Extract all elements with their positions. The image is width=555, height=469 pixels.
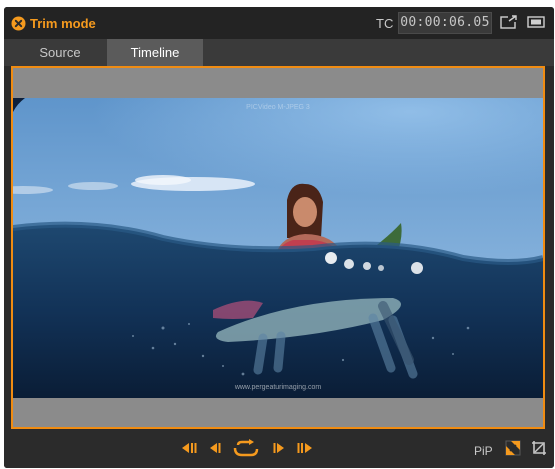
aspect-ratio-button[interactable] [527,15,545,29]
player-panel: Trim mode TC 00:00:06.05 Source Timeline [4,7,554,468]
timecode-display[interactable]: 00:00:06.05 [398,12,492,34]
tab-timeline[interactable]: Timeline [107,39,203,66]
trim-mode-toggle[interactable]: Trim mode [11,16,96,31]
watermark-bottom: www.pergeaturimaging.com [234,384,322,391]
title-bar: Trim mode TC 00:00:06.05 [4,7,554,39]
next-frame-icon [273,443,284,453]
video-frame: PICVideo M-JPEG 3 www.pergeaturimaging.c… [13,98,543,398]
pip-button[interactable] [505,440,521,456]
transport-controls: PiP [4,429,554,468]
go-to-end-button[interactable] [297,441,313,455]
video-image [13,98,543,398]
crop-button[interactable] [531,440,547,456]
previous-frame-button[interactable] [209,441,221,455]
trim-mode-label: Trim mode [30,15,96,31]
go-to-end-icon [297,443,312,453]
pip-corner-icon [505,440,521,456]
letterbox-bottom [13,398,543,427]
loop-icon [233,439,259,457]
crop-icon [532,441,546,455]
letterbox-top [13,68,543,98]
next-frame-button[interactable] [273,441,285,455]
undock-icon [500,15,518,29]
aspect-icon [527,16,545,28]
go-to-start-button[interactable] [181,441,197,455]
undock-button[interactable] [500,15,518,29]
tab-source[interactable]: Source [13,39,107,66]
preview-viewer[interactable]: PICVideo M-JPEG 3 www.pergeaturimaging.c… [11,66,545,429]
loop-button[interactable] [232,439,260,457]
close-circle-icon[interactable] [11,16,26,31]
previous-frame-icon [210,443,221,453]
source-timeline-tabs: Source Timeline [4,39,554,66]
pip-label[interactable]: PiP [474,444,493,458]
watermark-top: PICVideo M-JPEG 3 [246,104,310,111]
timecode-label: TC [376,16,394,31]
go-to-start-icon [182,443,197,453]
